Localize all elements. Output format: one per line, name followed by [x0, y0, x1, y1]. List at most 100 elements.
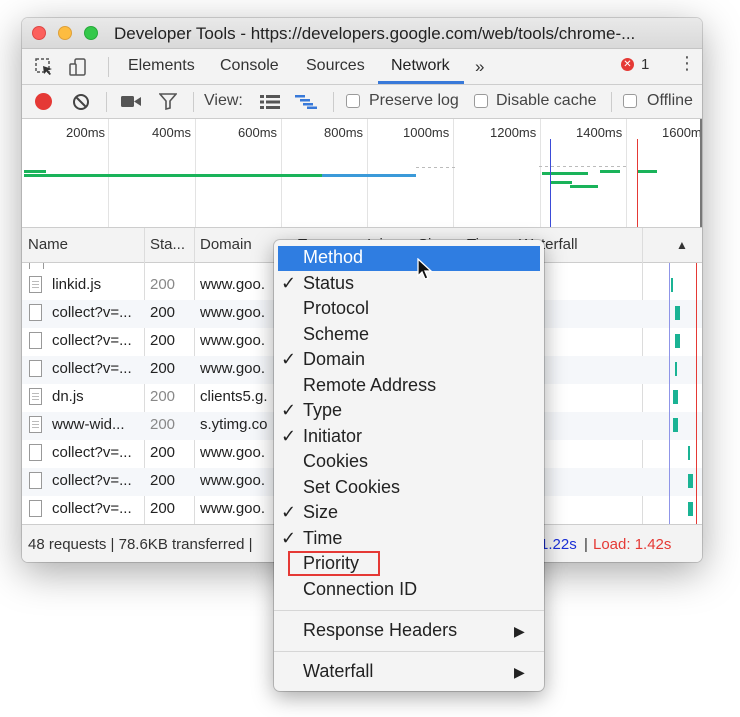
error-icon[interactable]: ✕ — [621, 58, 634, 71]
request-name: collect?v=... — [52, 500, 132, 517]
tab-sources[interactable]: Sources — [306, 57, 365, 75]
doc-file-icon — [29, 304, 42, 321]
menu-item-label: Method — [303, 247, 364, 267]
request-domain: www.goo. — [200, 332, 266, 349]
menu-item-label: Domain — [303, 349, 366, 369]
request-domain: www.goo. — [200, 500, 266, 517]
inspect-element-icon[interactable] — [34, 57, 54, 77]
record-icon[interactable] — [35, 93, 52, 110]
overview-request-bar — [24, 170, 46, 173]
column-header-status[interactable]: Sta... — [150, 236, 194, 253]
dom-content-loaded-time: 1.22s — [540, 536, 577, 553]
menu-item-label: Scheme — [303, 323, 370, 344]
menu-item-time[interactable]: ✓ Time — [274, 527, 544, 552]
overview-tick: 800ms — [324, 125, 364, 140]
device-toolbar-icon[interactable] — [68, 57, 88, 77]
overview-request-bar — [570, 185, 598, 188]
tab-elements[interactable]: Elements — [128, 57, 195, 75]
toolbar-divider — [333, 92, 334, 112]
tab-console[interactable]: Console — [220, 57, 279, 75]
overview-request-bar — [322, 174, 416, 177]
menu-item-size[interactable]: ✓ Size — [274, 501, 544, 526]
timeline-overview[interactable]: 200ms 400ms 600ms 800ms 1000ms 1200ms 14… — [22, 119, 702, 228]
error-count[interactable]: 1 — [641, 56, 649, 73]
menu-item-connection-id[interactable]: Connection ID — [274, 578, 544, 603]
toolbar-divider — [106, 92, 107, 112]
waterfall-load-marker — [696, 263, 697, 524]
menu-item-label: Size — [303, 502, 339, 522]
request-status: 200 — [150, 472, 176, 489]
menu-item-type[interactable]: ✓ Type — [274, 399, 544, 424]
checkmark-icon: ✓ — [281, 527, 297, 548]
waterfall-bar — [688, 502, 693, 516]
menu-item-domain[interactable]: ✓ Domain — [274, 348, 544, 373]
menu-item-remote-address[interactable]: Remote Address — [274, 374, 544, 399]
preserve-log-label[interactable]: Preserve log — [369, 92, 459, 110]
offline-label[interactable]: Offline — [647, 92, 693, 110]
overview-tick: 200ms — [66, 125, 106, 140]
js-file-icon — [29, 276, 42, 293]
overview-tick: 600ms — [238, 125, 278, 140]
waterfall-bar — [673, 390, 678, 404]
menu-item-label: Initiator — [303, 425, 363, 446]
zoom-window-button[interactable] — [84, 26, 98, 40]
doc-file-icon — [29, 500, 42, 517]
video-camera-icon[interactable] — [121, 95, 141, 108]
column-context-menu: Method ✓ Status Protocol Scheme ✓ Domain Remote… — [274, 240, 544, 691]
waterfall-bar — [688, 474, 693, 488]
close-window-button[interactable] — [32, 26, 46, 40]
tab-network[interactable]: Network — [391, 57, 450, 75]
checkmark-icon: ✓ — [281, 425, 297, 446]
checkmark-icon: ✓ — [281, 349, 297, 369]
menu-item-label: Type — [303, 400, 343, 420]
clear-icon[interactable] — [72, 93, 90, 111]
disable-cache-checkbox[interactable] — [474, 94, 488, 108]
disable-cache-label[interactable]: Disable cache — [496, 92, 597, 110]
menu-item-initiator[interactable]: ✓ Initiator — [274, 425, 544, 450]
column-header-domain[interactable]: Domain — [200, 236, 270, 253]
overview-request-bar — [600, 170, 620, 173]
sort-ascending-icon[interactable]: ▲ — [676, 238, 688, 252]
waterfall-dom-marker — [669, 263, 670, 524]
column-header-name[interactable]: Name — [28, 236, 138, 253]
filter-icon[interactable] — [159, 93, 177, 110]
menu-item-status[interactable]: ✓ Status — [274, 272, 544, 297]
menu-item-response-headers[interactable]: Response Headers ▶ — [274, 619, 544, 644]
load-marker — [637, 139, 638, 227]
submenu-arrow-icon: ▶ — [514, 664, 525, 680]
overview-tick: 1600m — [662, 125, 702, 140]
large-rows-icon[interactable] — [260, 95, 280, 109]
minimize-window-button[interactable] — [58, 26, 72, 40]
request-status: 200 — [150, 500, 176, 517]
overview-tick: 1400ms — [576, 125, 623, 140]
view-label: View: — [204, 92, 243, 109]
request-name: collect?v=... — [52, 332, 132, 349]
request-domain: clients5.g. — [200, 388, 268, 405]
menu-item-scheme[interactable]: Scheme — [274, 323, 544, 348]
request-name: collect?v=... — [52, 472, 132, 489]
js-file-icon — [29, 388, 42, 405]
request-domain: www.goo. — [200, 360, 266, 377]
menu-separator — [274, 610, 544, 611]
offline-checkbox[interactable] — [623, 94, 637, 108]
request-domain: www.goo. — [200, 444, 266, 461]
overview-handle[interactable] — [700, 119, 702, 227]
menu-item-waterfall[interactable]: Waterfall ▶ — [274, 660, 544, 685]
menu-item-label: Protocol — [303, 298, 370, 318]
menu-item-set-cookies[interactable]: Set Cookies — [274, 476, 544, 501]
more-tabs-button[interactable]: » — [475, 57, 484, 77]
menu-item-label: Set Cookies — [303, 476, 401, 497]
menu-item-protocol[interactable]: Protocol — [274, 297, 544, 322]
more-options-icon[interactable]: ⋮ — [678, 54, 696, 72]
overview-icon[interactable] — [295, 95, 317, 109]
panel-tab-strip: Elements Console Sources Network » — [22, 49, 702, 85]
requests-summary: 48 requests | 78.6KB transferred | — [28, 536, 253, 553]
menu-item-label: Waterfall — [303, 661, 374, 681]
overview-request-bar — [550, 181, 572, 184]
preserve-log-checkbox[interactable] — [346, 94, 360, 108]
grid-line — [281, 119, 282, 227]
request-name: linkid.js — [52, 276, 102, 293]
menu-item-cookies[interactable]: Cookies — [274, 450, 544, 475]
menu-item-method[interactable]: Method — [278, 246, 540, 271]
waterfall-bar — [675, 362, 677, 376]
